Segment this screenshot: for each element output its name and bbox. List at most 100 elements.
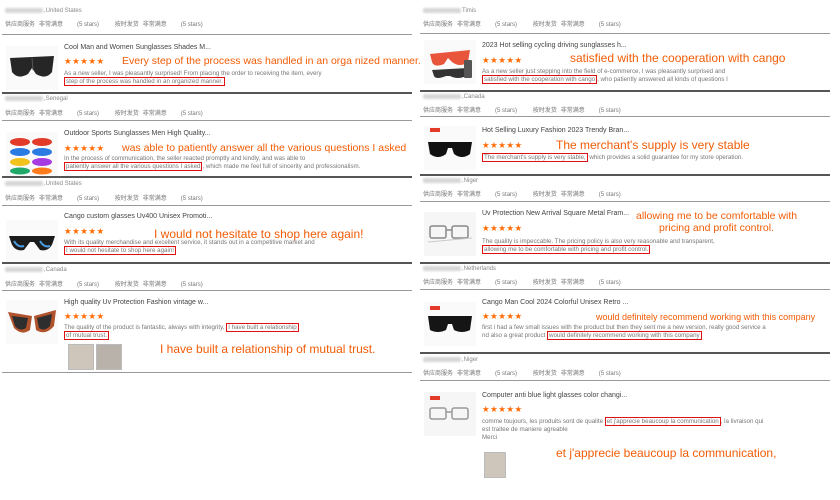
blurred-name [5, 267, 43, 272]
highlighted-phrase: would definitely recommend working with … [547, 331, 702, 340]
star-rating: ★★★★★ [482, 55, 523, 65]
divider [420, 33, 830, 34]
star-rating: ★★★★★ [482, 140, 523, 150]
divider [2, 290, 412, 291]
section-divider [2, 372, 412, 373]
review-body: first i had a few small issues with the … [482, 324, 766, 340]
reviewer-location: Timis [423, 8, 476, 14]
blurred-name [5, 8, 43, 13]
product-thumbnail[interactable] [6, 46, 58, 90]
rating-meta: 供应商服务 非常满意 (5 stars) 按时发货 非常满意 (5 stars) [423, 371, 621, 377]
review-body: The quality is impeccable. The pricing p… [482, 238, 715, 254]
product-title-link[interactable]: Hot Selling Luxury Fashion 2023 Trendy B… [482, 127, 629, 134]
product-title-link[interactable]: Cango Man Cool 2024 Colorful Unisex Retr… [482, 299, 628, 306]
review-card: ,Niger 供应商服务 非常满意 (5 stars) 按时发货 非常满意 (5 sta… [420, 174, 830, 262]
rating-meta: 供应商服务 非常满意 (5 stars) 按时发货 非常满意 (5 stars) [423, 192, 621, 198]
divider [2, 205, 412, 206]
highlighted-phrase: I would not hesitate to shop here again! [64, 246, 177, 255]
callout-text: allowing me to be comfortable with pricin… [636, 210, 798, 234]
callout-text: Every step of the process was handled in… [122, 55, 421, 67]
blurred-name [423, 8, 461, 13]
divider [2, 34, 412, 35]
review-card: ,United States 供应商服务 非常满意 (5 stars) 按时发货 非常… [2, 0, 421, 90]
star-rating: ★★★★★ [64, 226, 105, 236]
product-thumbnail[interactable] [424, 392, 476, 436]
review-body: The quality of the product is fantastic,… [64, 323, 299, 340]
reviewer-location: ,Niger [423, 178, 478, 184]
review-card: ,Canada 供应商服务 非常满意 (5 stars) 按时发货 非常满意 (5 st… [2, 262, 412, 372]
review-body: With its quality merchandise and excelle… [64, 239, 315, 255]
product-thumbnail[interactable] [424, 126, 476, 170]
reviewer-location: ,United States [5, 8, 82, 14]
callout-text: I have built a relationship of mutual tr… [160, 342, 376, 356]
highlighted-phrase: allowing me to be comfortable with prici… [482, 245, 651, 254]
product-thumbnail[interactable] [6, 300, 58, 344]
reviewer-location: ,Senegal [5, 96, 68, 102]
review-photo[interactable] [68, 344, 94, 370]
review-card: ,Niger 供应商服务 非常满意 (5 stars) 按时发货 非常满意 (5 sta… [420, 352, 830, 500]
callout-text: was able to patiently answer all the var… [122, 142, 407, 154]
callout-text: satisfied with the cooperation with cang… [570, 51, 786, 65]
blurred-name [423, 94, 461, 99]
reviewer-location: ,United States [5, 181, 82, 187]
review-photo[interactable] [484, 452, 506, 478]
rating-meta: 供应商服务 非常满意 (5 stars) 按时发货 非常满意 (5 stars) [5, 22, 203, 28]
review-body: As a new seller just stepping into the f… [482, 68, 728, 84]
reviewer-location: ,Niger [423, 357, 478, 363]
product-thumbnail[interactable] [6, 132, 58, 176]
callout-text: would definitely recommend working with … [596, 312, 816, 322]
product-title-link[interactable]: Cool Man and Women Sunglasses Shades M..… [64, 44, 211, 51]
product-thumbnail[interactable] [424, 40, 476, 84]
star-rating: ★★★★★ [64, 56, 105, 66]
rating-meta: 供应商服务 非常满意 (5 stars) 按时发货 非常满意 (5 stars) [5, 196, 203, 202]
highlighted-phrase: of mutual trust. [64, 331, 109, 340]
product-title-link[interactable]: Cango custom glasses Uv400 Unisex Promot… [64, 213, 212, 220]
blurred-name [423, 266, 461, 271]
review-body: As a new seller, I was pleasantly surpri… [64, 70, 322, 86]
product-thumbnail[interactable] [424, 212, 476, 256]
divider [420, 289, 830, 290]
blurred-name [423, 178, 461, 183]
star-rating: ★★★★★ [482, 404, 523, 414]
callout-text: The merchant's supply is very stable [556, 138, 750, 152]
star-rating: ★★★★★ [64, 311, 105, 321]
divider [420, 380, 830, 381]
blurred-name [5, 181, 43, 186]
star-rating: ★★★★★ [482, 223, 523, 233]
divider [420, 201, 830, 202]
review-card: ,Netherlands 供应商服务 非常满意 (5 stars) 按时发货 非常满意… [420, 262, 830, 352]
product-thumbnail[interactable] [6, 220, 58, 264]
highlighted-phrase: et j'apprecie beaucoup la communication [604, 417, 721, 426]
product-title-link[interactable]: Computer anti blue light glasses color c… [482, 392, 627, 399]
rating-meta: 供应商服务 非常满意 (5 stars) 按时发货 非常满意 (5 stars) [5, 282, 203, 288]
rating-meta: 供应商服务 非常满意 (5 stars) 按时发货 非常满意 (5 stars) [5, 111, 203, 117]
review-body: comme toujours, les produits sont de qua… [482, 417, 764, 441]
review-card: Timis 供应商服务 非常满意 (5 stars) 按时发货 非常满意 (5 star… [420, 0, 830, 88]
highlighted-phrase: patiently answer all the various questio… [64, 162, 203, 171]
divider [2, 120, 412, 121]
review-card: ,United States 供应商服务 非常满意 (5 stars) 按时发货 非常… [2, 176, 412, 264]
highlighted-phrase: The merchant's supply is very stable, [482, 153, 588, 162]
review-body: In the process of communication, the sel… [64, 155, 361, 171]
blurred-name [5, 96, 43, 101]
product-title-link[interactable]: Uv Protection New Arrival Square Metal F… [482, 210, 629, 217]
product-thumbnail[interactable] [424, 302, 476, 346]
highlighted-phrase: step of the process was handled in an or… [64, 77, 225, 86]
review-photo[interactable] [96, 344, 122, 370]
reviewer-location: ,Netherlands [423, 266, 496, 272]
reviewer-location: ,Canada [5, 267, 67, 273]
star-rating: ★★★★★ [64, 143, 105, 153]
product-title-link[interactable]: 2023 Hot selling cycling driving sunglas… [482, 42, 627, 49]
review-body: The merchant's supply is very stable, wh… [482, 153, 744, 162]
rating-meta: 供应商服务 非常满意 (5 stars) 按时发货 非常满意 (5 stars) [423, 280, 621, 286]
highlighted-phrase: I have built a relationship [226, 323, 299, 332]
divider [420, 116, 830, 117]
product-title-link[interactable]: Outdoor Sports Sunglasses Men High Quali… [64, 130, 211, 137]
highlighted-phrase: satisfied with the cooperation with cang… [482, 75, 598, 84]
review-card: ,Senegal 供应商服务 非常满意 (5 stars) 按时发货 非常满意 (5 s… [2, 92, 412, 176]
review-card: ,Canada 供应商服务 非常满意 (5 stars) 按时发货 非常满意 (5 st… [420, 90, 830, 174]
star-rating: ★★★★★ [482, 311, 523, 321]
blurred-name [423, 357, 461, 362]
callout-text: et j'apprecie beaucoup la communication, [556, 446, 777, 460]
product-title-link[interactable]: High quality Uv Protection Fashion vinta… [64, 299, 208, 306]
